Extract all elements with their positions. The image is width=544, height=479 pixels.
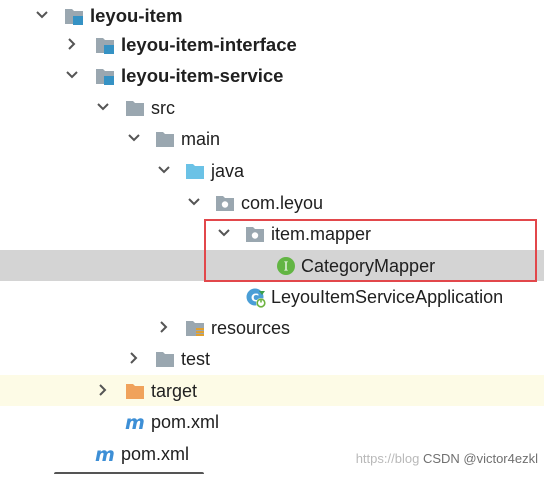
- tree-node-label: leyou-item: [90, 5, 183, 26]
- svg-text:I: I: [284, 260, 289, 274]
- tree-node-label: src: [151, 98, 175, 118]
- source-root-folder-icon: [185, 161, 205, 181]
- chevron-down-icon[interactable]: [126, 130, 142, 146]
- tree-node-resources[interactable]: resources: [0, 312, 544, 343]
- chevron-right-icon[interactable]: [95, 382, 111, 398]
- tree-node-label: pom.xml: [151, 412, 220, 432]
- tree-node-label: leyou-item-service: [121, 65, 284, 86]
- folder-icon: [125, 98, 145, 118]
- tree-node-leyou-item-interface[interactable]: leyou-item-interface: [0, 29, 544, 60]
- excluded-folder-icon: [125, 381, 145, 401]
- watermark-text: CSDN @victor4ezkl: [422, 451, 538, 466]
- folder-icon: [155, 129, 175, 149]
- watermark: https://blog CSDN @victor4ezkl: [356, 451, 538, 466]
- svg-text:m: m: [95, 444, 115, 464]
- tree-node-pom-service[interactable]: m pom.xml: [0, 406, 544, 437]
- tree-node-label: CategoryMapper: [301, 256, 436, 276]
- tree-node-category-mapper[interactable]: I CategoryMapper: [0, 250, 544, 281]
- package-icon: [215, 193, 235, 213]
- tree-node-label: test: [181, 349, 211, 369]
- tree-node-leyou-item-service[interactable]: leyou-item-service: [0, 60, 544, 91]
- package-icon: [245, 224, 265, 244]
- chevron-right-icon[interactable]: [126, 350, 142, 366]
- tree-node-label: resources: [211, 318, 291, 338]
- tree-node-label: com.leyou: [241, 193, 324, 213]
- svg-text:m: m: [125, 412, 145, 432]
- chevron-right-icon[interactable]: [64, 36, 80, 52]
- resources-folder-icon: [185, 318, 205, 338]
- folder-icon: [155, 349, 175, 369]
- tree-node-leyou-item[interactable]: leyou-item: [0, 0, 544, 31]
- tree-node-label: java: [211, 161, 245, 181]
- module-folder-icon: [95, 35, 115, 55]
- tree-node-label: item.mapper: [271, 224, 372, 244]
- tree-node-main[interactable]: main: [0, 123, 544, 154]
- tree-node-label: leyou-item-interface: [121, 34, 297, 55]
- tree-node-label: target: [151, 381, 198, 401]
- tree-node-src[interactable]: src: [0, 92, 544, 123]
- tree-node-com-leyou[interactable]: com.leyou: [0, 187, 544, 218]
- tree-node-label: main: [181, 129, 221, 149]
- tree-node-leyou-item-service-application[interactable]: C LeyouItemServiceApplication: [0, 281, 544, 312]
- tree-node-label: pom.xml: [121, 444, 190, 464]
- chevron-down-icon[interactable]: [216, 225, 232, 241]
- next-node-partial: [54, 472, 204, 478]
- tree-node-label: LeyouItemServiceApplication: [271, 287, 504, 307]
- tree-node-target[interactable]: target: [0, 375, 544, 406]
- maven-icon: m: [94, 444, 118, 464]
- watermark-faded-text: https://blog: [355, 451, 420, 466]
- maven-icon: m: [124, 412, 148, 432]
- chevron-down-icon[interactable]: [95, 99, 111, 115]
- chevron-down-icon[interactable]: [156, 162, 172, 178]
- tree-node-test[interactable]: test: [0, 343, 544, 374]
- module-folder-icon: [64, 6, 84, 26]
- chevron-down-icon[interactable]: [186, 194, 202, 210]
- module-folder-icon: [95, 66, 115, 86]
- chevron-down-icon[interactable]: [34, 7, 50, 23]
- tree-node-item-mapper[interactable]: item.mapper: [0, 218, 544, 249]
- spring-boot-class-icon: C: [245, 287, 266, 308]
- tree-node-java[interactable]: java: [0, 155, 544, 186]
- interface-icon: I: [276, 256, 296, 276]
- chevron-down-icon[interactable]: [64, 67, 80, 83]
- chevron-right-icon[interactable]: [156, 319, 172, 335]
